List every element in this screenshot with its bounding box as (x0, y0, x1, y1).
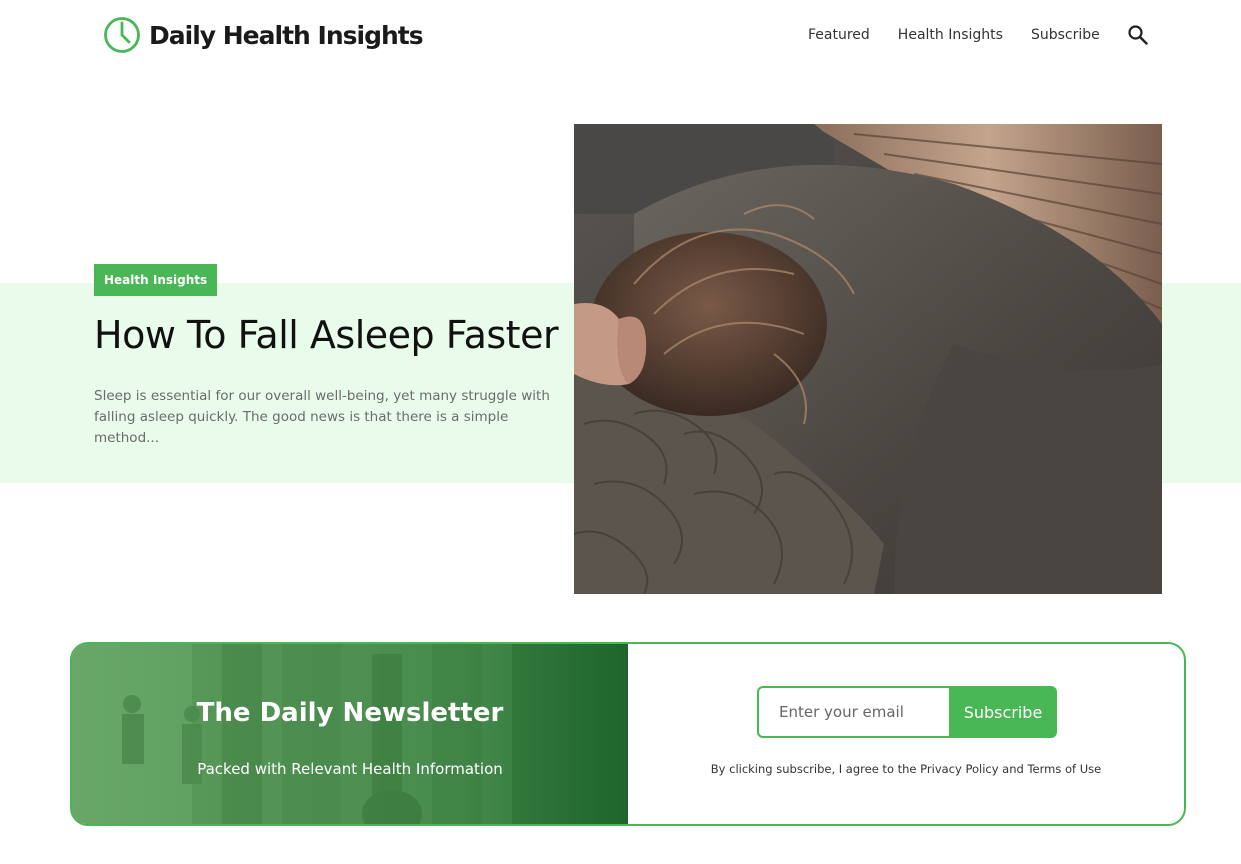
street-photo-background (72, 644, 628, 824)
site-header: Daily Health Insights Featured Health In… (0, 0, 1241, 72)
newsletter-box: The Daily Newsletter Packed with Relevan… (70, 642, 1186, 826)
article-excerpt: Sleep is essential for our overall well-… (94, 388, 550, 446)
sleeping-person-photo (574, 124, 1162, 594)
category-badge[interactable]: Health Insights (94, 264, 218, 296)
clock-icon (104, 17, 140, 53)
newsletter-subtitle: Packed with Relevant Health Information (197, 760, 503, 778)
newsletter-form-area: Subscribe By clicking subscribe, I agree… (628, 644, 1184, 824)
site-name: Daily Health Insights (149, 20, 424, 50)
newsletter-banner: The Daily Newsletter Packed with Relevan… (72, 644, 628, 824)
subscribe-button[interactable]: Subscribe (949, 686, 1057, 738)
legal-notice: By clicking subscribe, I agree to the Pr… (710, 762, 1102, 776)
article-title[interactable]: How To Fall Asleep Faster (94, 308, 574, 362)
email-input[interactable] (757, 686, 949, 738)
subscribe-form: Subscribe (757, 686, 1057, 738)
nav-item-featured[interactable]: Featured (808, 25, 870, 45)
search-icon[interactable] (1127, 24, 1149, 46)
nav-item-health-insights[interactable]: Health Insights (898, 25, 1003, 45)
hero-image[interactable] (574, 124, 1162, 594)
hero-text: Health Insights How To Fall Asleep Faste… (94, 264, 574, 449)
nav-item-subscribe[interactable]: Subscribe (1031, 25, 1100, 45)
main-nav: Featured Health Insights Subscribe (808, 25, 1128, 45)
newsletter-title: The Daily Newsletter (196, 698, 504, 728)
site-logo[interactable]: Daily Health Insights (103, 15, 424, 55)
